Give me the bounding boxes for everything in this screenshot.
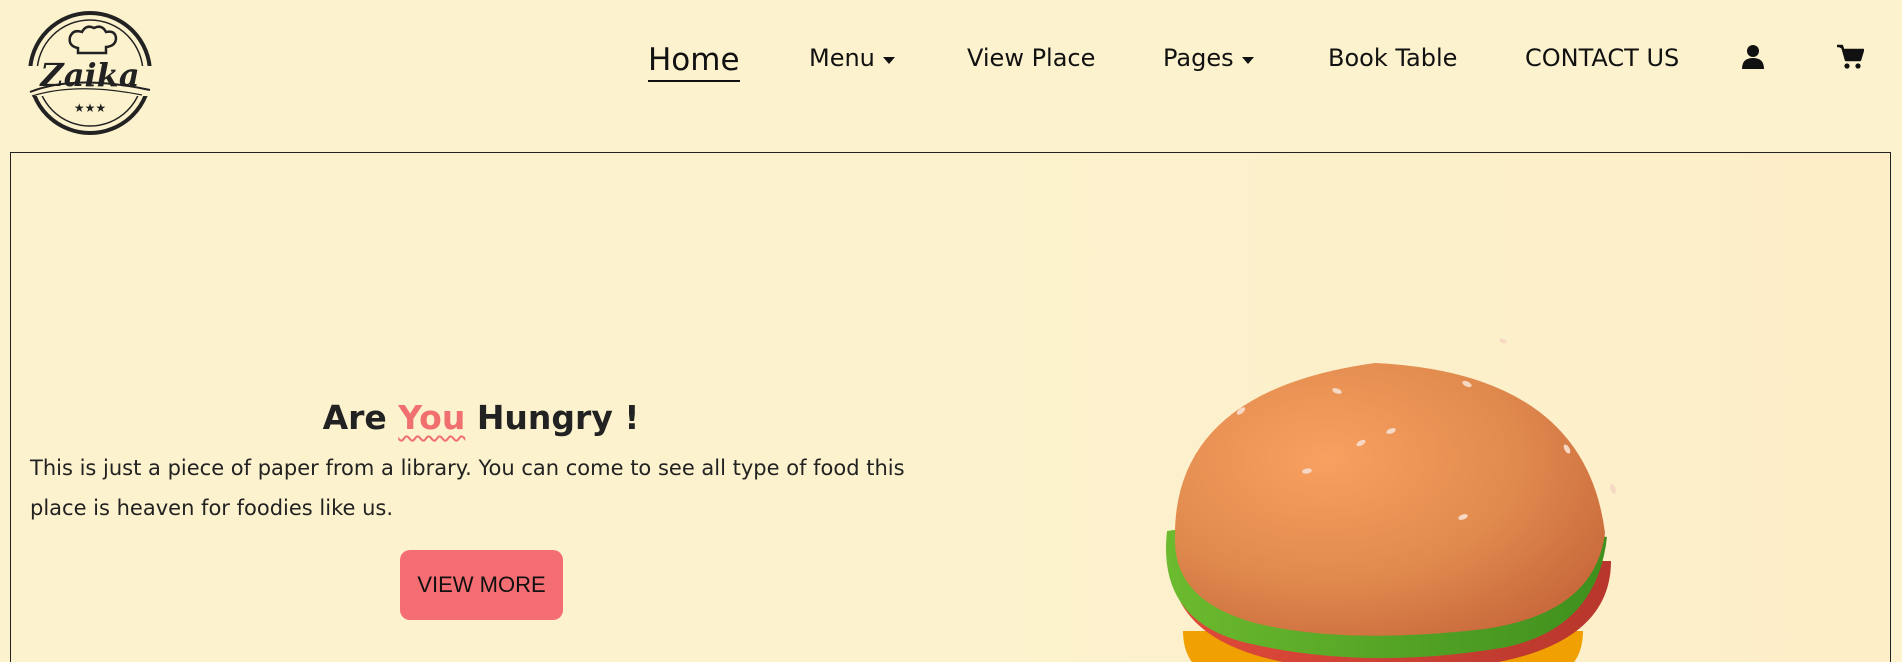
brand-logo[interactable]: Zaika ★★★ [20,8,160,138]
nav-view-place-label: View Place [967,44,1096,72]
nav-contact-link[interactable]: CONTACT US [1525,44,1679,72]
nav-pages-label: Pages [1163,44,1234,72]
hero-section: Are You Hungry ! This is just a piece of… [10,152,1891,662]
nav-home-label: Home [648,42,740,78]
user-icon[interactable] [1741,44,1765,70]
hero-title: Are You Hungry ! [11,398,951,437]
caret-down-icon [882,44,896,72]
hero-title-accent: You [398,398,466,437]
site-header: Zaika ★★★ Home Menu View Place Pages Boo… [0,0,1902,150]
nav-menu-label: Menu [809,44,875,72]
caret-down-icon [1241,44,1255,72]
cart-icon[interactable] [1836,44,1865,70]
nav-view-place-link[interactable]: View Place [967,44,1095,72]
nav-home-link[interactable]: Home [648,40,740,82]
nav-contact-label: CONTACT US [1525,44,1680,72]
chef-hat-logo-icon: Zaika ★★★ [20,11,160,135]
svg-text:★★★: ★★★ [74,101,106,115]
nav-book-table-link[interactable]: Book Table [1328,44,1457,72]
hero-title-start: Are [322,398,399,437]
nav-book-table-label: Book Table [1328,44,1458,72]
nav-menu-dropdown[interactable]: Menu [809,44,896,72]
nav-pages-dropdown[interactable]: Pages [1163,44,1255,72]
burger-illustration [1161,331,1641,662]
view-more-button[interactable]: VIEW MORE [400,550,563,620]
hero-title-end: Hungry ! [465,398,640,437]
hero-description: This is just a piece of paper from a lib… [30,456,905,520]
